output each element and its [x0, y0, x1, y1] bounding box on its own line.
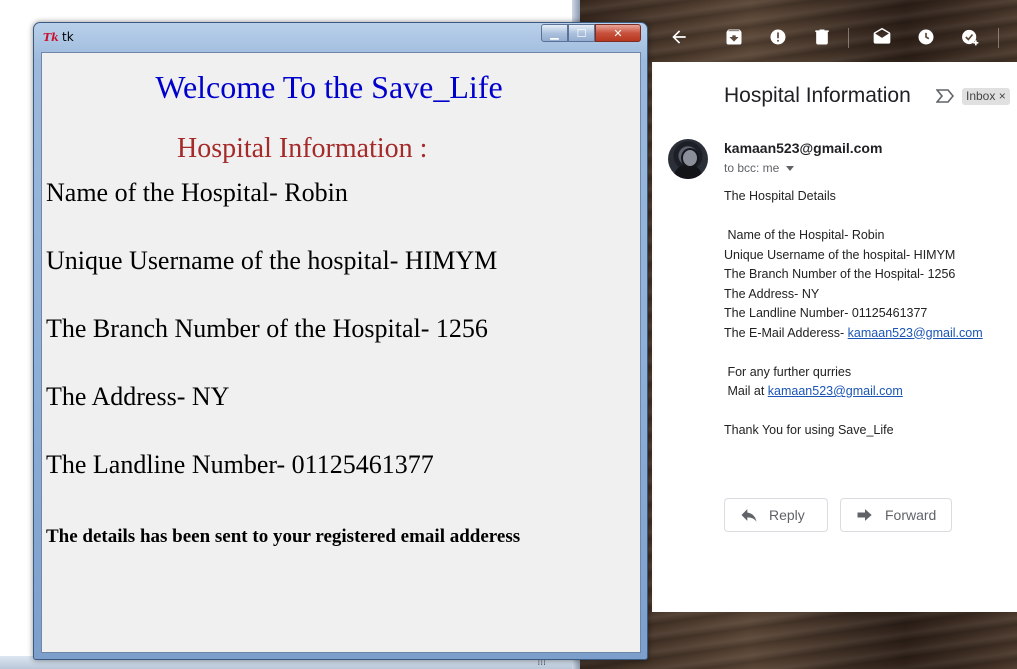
body-detail-username: Unique Username of the hospital- HIMYM: [724, 247, 956, 262]
report-spam-icon[interactable]: [767, 26, 789, 48]
body-detail-landline: The Landline Number- 01125461377: [724, 306, 928, 320]
email-view-panel: Hospital Information Inbox × kamaan523@g…: [652, 62, 1017, 612]
body-thanks: Thank You for using Save_Life: [724, 423, 894, 437]
mark-unread-icon[interactable]: [871, 26, 893, 48]
close-icon: ✕: [613, 26, 623, 40]
body-mail-at: Mail at kamaan523@gmail.com: [724, 382, 983, 402]
address-label: The Address- NY: [46, 382, 230, 411]
body-detail-hospital-name: Name of the Hospital- Robin: [724, 228, 885, 242]
toolbar-divider: [848, 28, 849, 48]
body-email-link[interactable]: kamaan523@gmail.com: [848, 326, 983, 340]
body-email-label: The E-Mail Adderess-: [724, 325, 848, 340]
body-mail-at-link[interactable]: kamaan523@gmail.com: [768, 384, 903, 398]
hospital-information-heading: Hospital Information :: [177, 133, 428, 164]
gmail-toolbar: [652, 14, 1017, 62]
welcome-title: Welcome To the Save_Life: [155, 69, 503, 105]
body-further-queries: For any further qurries: [724, 364, 852, 379]
reply-button[interactable]: Reply: [724, 498, 828, 532]
importance-marker-icon[interactable]: [936, 89, 954, 103]
tk-logo-icon[interactable]: Tk: [43, 31, 59, 44]
email-body: The Hospital Details Name of the Hospita…: [724, 187, 983, 441]
back-arrow-icon[interactable]: [668, 26, 690, 48]
tk-content-area: Welcome To the Save_Life Hospital Inform…: [41, 52, 641, 653]
body-mail-at-label: Mail at: [724, 384, 768, 398]
minimize-button[interactable]: ▁: [541, 24, 568, 42]
archive-icon[interactable]: [723, 26, 745, 48]
body-blank-line: [724, 343, 983, 363]
body-detail-email: The E-Mail Adderess- kamaan523@gmail.com: [724, 324, 983, 344]
maximize-button[interactable]: ☐: [568, 24, 595, 42]
branch-number-label: The Branch Number of the Hospital- 1256: [46, 314, 488, 343]
delete-icon[interactable]: [811, 26, 833, 48]
recipient-details-dropdown-icon[interactable]: [786, 166, 795, 171]
tk-window[interactable]: Tk tk ▁ ☐ ✕ Welcome To the Save_Life Hos…: [33, 22, 648, 660]
body-blank-line: [724, 207, 983, 227]
email-sent-confirmation: The details has been sent to your regist…: [46, 526, 521, 547]
reply-icon: [741, 509, 757, 522]
close-button[interactable]: ✕: [595, 24, 641, 42]
tk-window-title: tk: [62, 30, 74, 44]
minimize-icon: ▁: [550, 26, 559, 40]
maximize-icon: ☐: [576, 26, 587, 40]
forward-icon: [857, 509, 872, 521]
tk-titlebar[interactable]: Tk tk ▁ ☐ ✕: [34, 23, 647, 51]
body-blank-line: [724, 402, 983, 422]
body-intro: The Hospital Details: [724, 189, 836, 203]
body-detail-branch-number: The Branch Number of the Hospital- 1256: [724, 267, 956, 281]
window-controls: ▁ ☐ ✕: [541, 24, 641, 42]
forward-label: Forward: [885, 507, 937, 523]
toolbar-divider: [998, 28, 999, 48]
email-subject: Hospital Information: [724, 84, 911, 107]
desktop-background-left: [0, 0, 34, 669]
hospital-name-label: Name of the Hospital- Robin: [46, 178, 348, 207]
inbox-label-chip[interactable]: Inbox ×: [962, 88, 1010, 105]
landline-number-label: The Landline Number- 01125461377: [46, 450, 434, 479]
sender-avatar[interactable]: [668, 139, 708, 179]
reply-label: Reply: [769, 507, 805, 523]
body-detail-address: The Address- NY: [724, 286, 820, 301]
add-to-tasks-icon[interactable]: [959, 26, 981, 48]
snooze-icon[interactable]: [915, 26, 937, 48]
forward-button[interactable]: Forward: [840, 498, 952, 532]
sender-address[interactable]: kamaan523@gmail.com: [724, 140, 882, 156]
recipient-line: to bcc: me: [724, 161, 795, 175]
hospital-username-label: Unique Username of the hospital- HIMYM: [46, 246, 498, 275]
recipient-text: to bcc: me: [724, 161, 780, 175]
